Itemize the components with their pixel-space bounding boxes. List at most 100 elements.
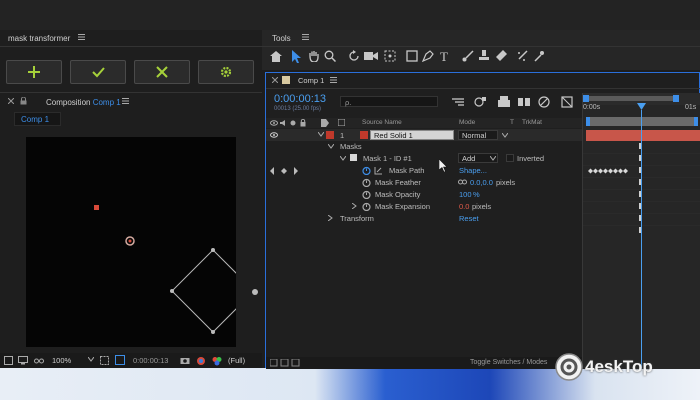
hamburger-icon[interactable] bbox=[122, 97, 130, 105]
mask-vertex[interactable] bbox=[251, 288, 259, 296]
glasses-icon[interactable] bbox=[34, 356, 44, 365]
playhead-line[interactable] bbox=[641, 110, 642, 369]
mask-expansion-value[interactable]: 0.0 bbox=[459, 202, 469, 211]
frame-blending-icon[interactable] bbox=[498, 96, 510, 107]
mode-header[interactable]: Mode bbox=[459, 119, 475, 126]
solo-icon[interactable] bbox=[290, 120, 296, 126]
stopwatch-icon[interactable] bbox=[362, 190, 371, 199]
mask-name[interactable]: Mask 1 - ID #1 bbox=[363, 154, 412, 163]
close-icon[interactable] bbox=[272, 77, 278, 83]
rotate-tool-icon[interactable] bbox=[348, 50, 360, 62]
source-name-header[interactable]: Source Name bbox=[362, 119, 402, 126]
viewer-timecode[interactable]: 0:00:00:13 bbox=[133, 356, 168, 365]
monitor-icon[interactable] bbox=[18, 356, 28, 365]
eraser-tool-icon[interactable] bbox=[496, 50, 508, 62]
layer-row[interactable]: 1 Red Solid 1 Normal bbox=[266, 129, 583, 141]
roto-brush-tool-icon[interactable] bbox=[516, 50, 528, 62]
chevron-down-icon[interactable] bbox=[328, 144, 334, 149]
tab-comp-1[interactable]: Comp 1 bbox=[14, 112, 61, 126]
lock-icon[interactable] bbox=[20, 97, 27, 105]
transform-group[interactable]: Transform bbox=[340, 214, 374, 223]
hamburger-icon[interactable] bbox=[330, 76, 338, 84]
apply-button[interactable] bbox=[70, 60, 126, 84]
chevron-down-icon[interactable] bbox=[88, 357, 94, 362]
cancel-button[interactable] bbox=[134, 60, 190, 84]
eye-icon[interactable] bbox=[270, 132, 278, 138]
blend-mode-select[interactable]: Normal bbox=[458, 130, 498, 140]
trkmat-header[interactable]: TrkMat bbox=[522, 119, 542, 126]
chevron-down-icon[interactable] bbox=[490, 156, 496, 161]
pen-tool-icon[interactable] bbox=[422, 50, 434, 62]
inverted-checkbox[interactable] bbox=[506, 154, 514, 162]
draft-3d-icon[interactable] bbox=[561, 96, 573, 108]
masks-group[interactable]: Masks bbox=[340, 142, 362, 151]
navigator-end-handle[interactable] bbox=[673, 95, 679, 102]
hamburger-icon[interactable] bbox=[78, 33, 86, 41]
motion-blur-icon[interactable] bbox=[518, 96, 530, 107]
grid-icon[interactable] bbox=[115, 355, 125, 365]
lock-icon[interactable] bbox=[300, 119, 306, 127]
eye-icon[interactable] bbox=[270, 120, 278, 126]
toggle-icon[interactable] bbox=[270, 359, 300, 367]
t-header[interactable]: T bbox=[510, 119, 514, 126]
stopwatch-icon[interactable] bbox=[362, 178, 371, 187]
mask-path-value[interactable]: Shape... bbox=[459, 166, 487, 175]
toggle-switches-modes[interactable]: Toggle Switches / Modes bbox=[470, 359, 547, 366]
mask-vertex[interactable] bbox=[170, 289, 174, 293]
mask-vertex[interactable] bbox=[211, 248, 215, 252]
rectangle-tool-icon[interactable] bbox=[406, 50, 418, 62]
settings-button[interactable] bbox=[198, 60, 254, 84]
quality-select[interactable]: (Full) bbox=[228, 356, 245, 365]
shy-layers-icon[interactable] bbox=[474, 96, 486, 108]
layer-name-field[interactable]: Red Solid 1 bbox=[370, 130, 454, 140]
tab-comp-1[interactable]: Comp 1 bbox=[298, 76, 324, 85]
chevron-down-icon[interactable] bbox=[502, 133, 508, 138]
link-icon[interactable] bbox=[458, 179, 467, 185]
stopwatch-icon[interactable] bbox=[362, 166, 371, 175]
label-icon[interactable] bbox=[321, 119, 329, 127]
stopwatch-icon[interactable] bbox=[362, 202, 371, 211]
layer-search-input[interactable]: ρ. bbox=[340, 96, 438, 107]
audio-icon[interactable] bbox=[280, 120, 287, 126]
keyframe-nav[interactable] bbox=[270, 167, 300, 175]
chevron-right-icon[interactable] bbox=[352, 203, 357, 209]
camera-tool-icon[interactable] bbox=[364, 51, 378, 61]
mask-color-swatch[interactable] bbox=[350, 154, 357, 161]
type-tool-icon[interactable]: T bbox=[440, 49, 448, 65]
comp-flowchart-icon[interactable] bbox=[452, 97, 464, 107]
mask-path-keyframes[interactable] bbox=[586, 168, 632, 174]
layer-label-color[interactable] bbox=[326, 131, 334, 139]
panel-splitter[interactable] bbox=[582, 93, 583, 369]
hand-tool-icon[interactable] bbox=[308, 50, 320, 62]
region-icon[interactable] bbox=[4, 356, 13, 365]
chevron-down-icon[interactable] bbox=[318, 132, 324, 137]
work-area-bar[interactable] bbox=[586, 117, 698, 126]
navigator-bar[interactable] bbox=[585, 96, 677, 101]
mask-feather-value[interactable]: 0.0,0.0 bbox=[470, 178, 493, 187]
brush-tool-icon[interactable] bbox=[462, 50, 474, 62]
mask-vertex[interactable] bbox=[211, 330, 215, 334]
close-icon[interactable] bbox=[8, 98, 14, 104]
fit-icon[interactable] bbox=[100, 356, 109, 365]
zoom-select[interactable]: 100% bbox=[52, 356, 71, 365]
mask-opacity-value[interactable]: 100 bbox=[459, 190, 472, 199]
selection-tool-icon[interactable] bbox=[292, 50, 302, 63]
color-icon[interactable] bbox=[212, 356, 222, 366]
add-mask-button[interactable] bbox=[6, 60, 62, 84]
zoom-tool-icon[interactable] bbox=[324, 50, 336, 62]
navigator-start-handle[interactable] bbox=[583, 95, 589, 102]
graph-editor-icon[interactable] bbox=[538, 96, 550, 108]
chevron-right-icon[interactable] bbox=[328, 215, 333, 221]
pan-behind-tool-icon[interactable] bbox=[384, 50, 396, 62]
channels-icon[interactable] bbox=[196, 356, 206, 366]
puppet-tool-icon[interactable] bbox=[534, 50, 546, 62]
layer-duration-bar[interactable] bbox=[586, 130, 700, 141]
hamburger-icon[interactable] bbox=[302, 33, 310, 41]
transform-reset-link[interactable]: Reset bbox=[459, 214, 479, 223]
chevron-down-icon[interactable] bbox=[340, 156, 346, 161]
clone-stamp-tool-icon[interactable] bbox=[478, 50, 490, 62]
timeline-timecode[interactable]: 0:00:00:13 bbox=[274, 93, 326, 105]
home-icon[interactable] bbox=[270, 51, 282, 62]
camera-icon[interactable] bbox=[180, 356, 190, 365]
composition-viewer[interactable] bbox=[26, 137, 236, 347]
